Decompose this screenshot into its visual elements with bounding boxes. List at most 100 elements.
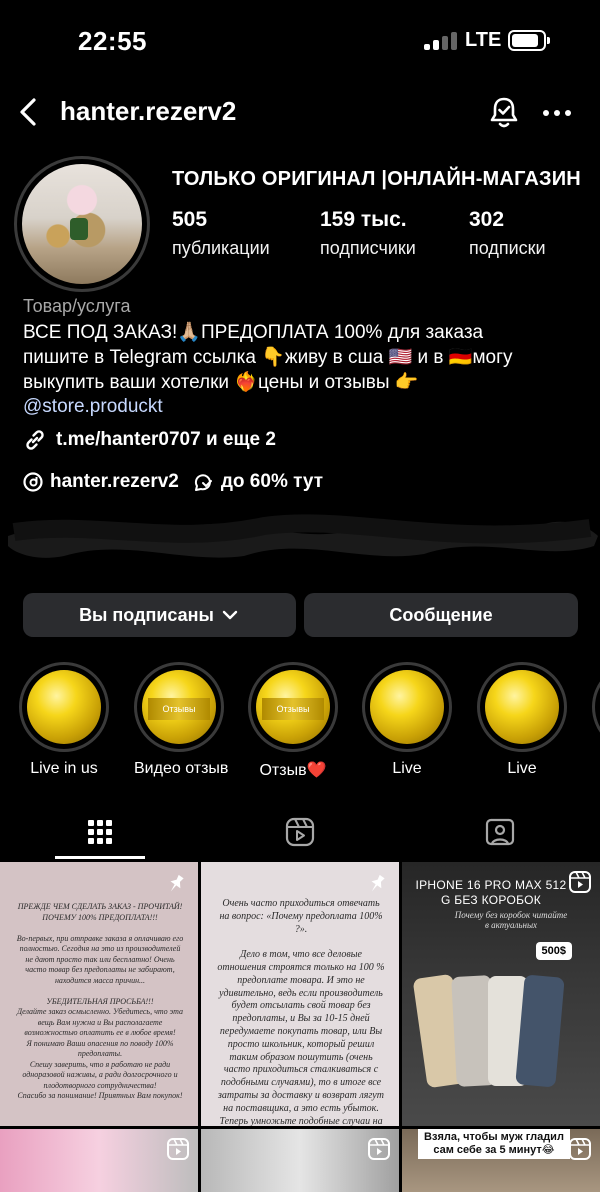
following-button[interactable]: Вы подписаны [23, 593, 296, 637]
stat-following[interactable]: 302 подписки [469, 208, 546, 259]
phone-image [515, 974, 565, 1088]
redacted-scribble [8, 514, 598, 558]
highlight-item[interactable]: Live [362, 662, 452, 778]
link-icon [26, 430, 44, 450]
tagged-person-icon [485, 818, 514, 846]
tab-reels[interactable] [227, 806, 372, 858]
highlight-ring [592, 662, 600, 752]
status-time: 22:55 [78, 26, 147, 56]
more-options-button[interactable] [540, 98, 574, 128]
highlight-cover [27, 670, 101, 744]
highlight-cover [370, 670, 444, 744]
post-text: ПРЕЖДЕ ЧЕМ СДЕЛАТЬ ЗАКАЗ - ПРОЧИТАЙ! ПОЧ… [16, 902, 184, 1100]
profile-bio: ВСЕ ПОД ЗАКАЗ!🙏🏼ПРЕДОПЛАТА 100% для зака… [23, 320, 583, 395]
price-tag: 500$ [535, 942, 572, 960]
battery-icon [508, 30, 550, 51]
profile-username: hanter.rezerv2 [60, 96, 237, 126]
posts-grid: ПРЕЖДЕ ЧЕМ СДЕЛАТЬ ЗАКАЗ - ПРОЧИТАЙ! ПОЧ… [0, 862, 600, 1192]
bio-mention-link[interactable]: @store.produckt [23, 396, 163, 418]
grid-icon [87, 820, 112, 844]
tab-tagged[interactable] [427, 806, 572, 858]
post-subtitle: Почему без коробок читайте в актуальных [454, 910, 568, 930]
highlight-label: Отзыв❤️ [259, 762, 327, 779]
stat-following-label: подписки [469, 238, 546, 258]
pin-icon [371, 874, 385, 892]
profile-tabs [0, 806, 600, 859]
stat-followers-label: подписчики [320, 238, 416, 258]
highlight-item[interactable]: Отзывы Видео отзыв [134, 662, 229, 778]
highlight-ring: Отзывы [134, 662, 224, 752]
highlight-cover [485, 670, 559, 744]
bell-check-icon [490, 97, 518, 128]
highlight-badge: Отзывы [262, 698, 324, 720]
highlight-ring [477, 662, 567, 752]
stat-posts[interactable]: 505 публикации [172, 208, 270, 259]
pin-icon [170, 874, 184, 892]
highlight-item[interactable]: Live in us [19, 662, 109, 778]
bio-line: пишите в Telegram ссылка 👇живу в сша 🇺🇸 … [23, 347, 513, 368]
active-tab-indicator [55, 856, 145, 859]
post-thumbnail[interactable]: Взяла, чтобы муж гладил сам себе за 5 ми… [402, 1129, 600, 1192]
chevron-down-icon [222, 610, 238, 620]
bio-line: выкупить ваши хотелки ❤️‍🔥цены и отзывы … [23, 372, 419, 393]
story-highlights: Live in us Отзывы Видео отзыв Отзывы Отз… [0, 662, 600, 782]
highlight-cover: Отзывы [256, 670, 330, 744]
highlight-item-partial[interactable] [592, 662, 600, 752]
reel-icon [569, 1138, 591, 1160]
stat-followers[interactable]: 159 тыс. подписчики [320, 208, 416, 259]
stat-followers-value: 159 тыс. [320, 208, 407, 231]
highlight-label: Видео отзыв [134, 760, 229, 777]
highlight-item[interactable]: Отзывы Отзыв❤️ [248, 662, 338, 780]
post-thumbnail[interactable]: ПРЕЖДЕ ЧЕМ СДЕЛАТЬ ЗАКАЗ - ПРОЧИТАЙ! ПОЧ… [0, 862, 198, 1126]
chat-bubbles-icon [194, 474, 212, 491]
profile-header: hanter.rezerv2 [0, 88, 600, 138]
post-text: Очень часто приходиться отвечать на вопр… [217, 898, 385, 1126]
back-button[interactable] [14, 94, 44, 130]
highlight-item[interactable]: Live [477, 662, 567, 778]
post-thumbnail[interactable] [0, 1129, 198, 1192]
highlight-cover: Отзывы [142, 670, 216, 744]
reels-icon [285, 817, 314, 847]
tab-grid[interactable] [27, 806, 172, 858]
stat-posts-value: 505 [172, 208, 208, 231]
post-caption: Взяла, чтобы муж гладил сам себе за 5 ми… [418, 1129, 570, 1159]
highlight-label: Live [392, 760, 422, 777]
post-title: IPHONE 16 PRO MAX 512 G БЕЗ КОРОБОК [415, 878, 567, 907]
highlight-ring: Отзывы [248, 662, 338, 752]
bio-line: ВСЕ ПОД ЗАКАЗ!🙏🏼ПРЕДОПЛАТА 100% для зака… [23, 322, 484, 343]
following-button-label: Вы подписаны [79, 604, 214, 625]
external-link-text: t.me/hanter0707 и еще 2 [56, 429, 276, 450]
threads-row: hanter.rezerv2 до 60% тут [22, 468, 337, 496]
signal-icon [424, 32, 458, 50]
avatar-image [22, 164, 142, 284]
status-bar: 22:55 LTE [0, 0, 600, 80]
chevron-left-icon [20, 98, 36, 126]
post-thumbnail[interactable]: Очень часто приходиться отвечать на вопр… [201, 862, 399, 1126]
threads-icon [23, 472, 43, 492]
external-link[interactable]: t.me/hanter0707 и еще 2 [22, 426, 276, 454]
post-thumbnail[interactable]: IPHONE 16 PRO MAX 512 G БЕЗ КОРОБОК Поче… [402, 862, 600, 1126]
reel-icon [569, 871, 591, 893]
highlight-badge: Отзывы [148, 698, 210, 720]
network-type: LTE [465, 29, 502, 51]
highlight-label: Live [507, 760, 537, 777]
profile-display-name: ТОЛЬКО ОРИГИНАЛ |ОНЛАЙН-МАГАЗИН [172, 168, 581, 190]
notifications-button[interactable] [486, 94, 522, 130]
stat-following-value: 302 [469, 208, 505, 231]
profile-avatar[interactable] [14, 156, 150, 292]
reel-icon [167, 1138, 189, 1160]
post-thumbnail[interactable] [201, 1129, 399, 1192]
promo-text: до 60% тут [220, 471, 323, 492]
stat-posts-label: публикации [172, 238, 270, 258]
reel-icon [368, 1138, 390, 1160]
highlight-ring [19, 662, 109, 752]
highlight-ring [362, 662, 452, 752]
profile-category: Товар/услуга [23, 296, 131, 316]
threads-username: hanter.rezerv2 [50, 471, 179, 492]
more-horizontal-icon [543, 110, 571, 116]
message-button-label: Сообщение [389, 604, 493, 625]
promo-link[interactable]: до 60% тут [193, 471, 323, 493]
highlight-label: Live in us [30, 760, 98, 777]
message-button[interactable]: Сообщение [304, 593, 578, 637]
threads-link[interactable]: hanter.rezerv2 [22, 471, 179, 493]
